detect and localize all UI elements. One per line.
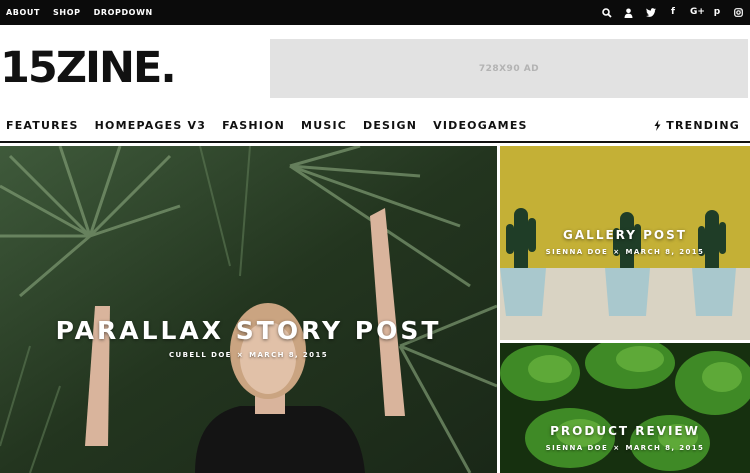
post-image-woman-palms [0, 146, 497, 473]
twitter-icon[interactable] [646, 8, 656, 17]
instagram-icon[interactable] [734, 8, 744, 17]
featured-post-large[interactable]: PARALLAX STORY POST CUBELL DOE × MARCH 8, … [0, 146, 497, 473]
top-nav: ABOUT SHOP DROPDOWN [6, 0, 166, 25]
trending-label: TRENDING [666, 119, 740, 132]
post-title[interactable]: PRODUCT REVIEW [500, 424, 750, 438]
post-title[interactable]: PARALLAX STORY POST [0, 316, 497, 345]
top-nav-about[interactable]: ABOUT [6, 8, 40, 17]
site-logo[interactable]: 15ZINE. [0, 44, 177, 92]
pinterest-icon[interactable]: p [712, 0, 722, 25]
trending-button[interactable]: TRENDING [654, 110, 740, 141]
featured-post-review[interactable]: PRODUCT REVIEW SIENNA DOE × MARCH 8, 2015 [500, 343, 750, 473]
top-nav-dropdown[interactable]: DROPDOWN [94, 8, 153, 17]
post-date: MARCH 8, 2015 [249, 351, 328, 359]
main-nav-items: FEATURES HOMEPAGES V3 FASHION MUSIC DESI… [6, 110, 544, 141]
post-caption: GALLERY POST SIENNA DOE × MARCH 8, 2015 [500, 228, 750, 256]
facebook-icon[interactable]: f [668, 0, 678, 25]
nav-item-features[interactable]: FEATURES [6, 119, 79, 132]
ad-banner[interactable]: 728X90 AD [270, 39, 748, 98]
ad-label: 728X90 AD [478, 63, 540, 74]
post-author[interactable]: SIENNA DOE [546, 444, 609, 452]
nav-item-homepages-v3[interactable]: HOMEPAGES V3 [95, 119, 206, 132]
post-meta: CUBELL DOE × MARCH 8, 2015 [0, 351, 497, 359]
post-meta: SIENNA DOE × MARCH 8, 2015 [500, 444, 750, 452]
nav-item-design[interactable]: DESIGN [363, 119, 417, 132]
main-nav: FEATURES HOMEPAGES V3 FASHION MUSIC DESI… [0, 110, 750, 143]
nav-item-videogames[interactable]: VIDEOGAMES [433, 119, 528, 132]
post-date: MARCH 8, 2015 [625, 444, 705, 452]
post-title[interactable]: GALLERY POST [500, 228, 750, 242]
post-caption: PRODUCT REVIEW SIENNA DOE × MARCH 8, 2015 [500, 424, 750, 452]
meta-separator: × [613, 248, 621, 256]
search-icon[interactable] [602, 7, 612, 18]
google-plus-icon[interactable]: G+ [690, 0, 705, 25]
post-author[interactable]: SIENNA DOE [546, 248, 609, 256]
user-icon[interactable] [624, 8, 634, 18]
post-meta: SIENNA DOE × MARCH 8, 2015 [500, 248, 750, 256]
post-caption: PARALLAX STORY POST CUBELL DOE × MARCH 8, … [0, 316, 497, 359]
meta-separator: × [613, 444, 621, 452]
top-bar: ABOUT SHOP DROPDOWN f G+ p [0, 0, 750, 25]
nav-item-fashion[interactable]: FASHION [222, 119, 285, 132]
meta-separator: × [236, 351, 245, 359]
post-image-green-leaves [500, 343, 750, 473]
post-date: MARCH 8, 2015 [625, 248, 705, 256]
featured-post-gallery[interactable]: GALLERY POST SIENNA DOE × MARCH 8, 2015 [500, 146, 750, 340]
top-nav-shop[interactable]: SHOP [53, 8, 81, 17]
post-author[interactable]: CUBELL DOE [169, 351, 232, 359]
lightning-icon [654, 120, 661, 131]
social-icons: f G+ p [590, 0, 744, 25]
nav-item-music[interactable]: MUSIC [301, 119, 347, 132]
